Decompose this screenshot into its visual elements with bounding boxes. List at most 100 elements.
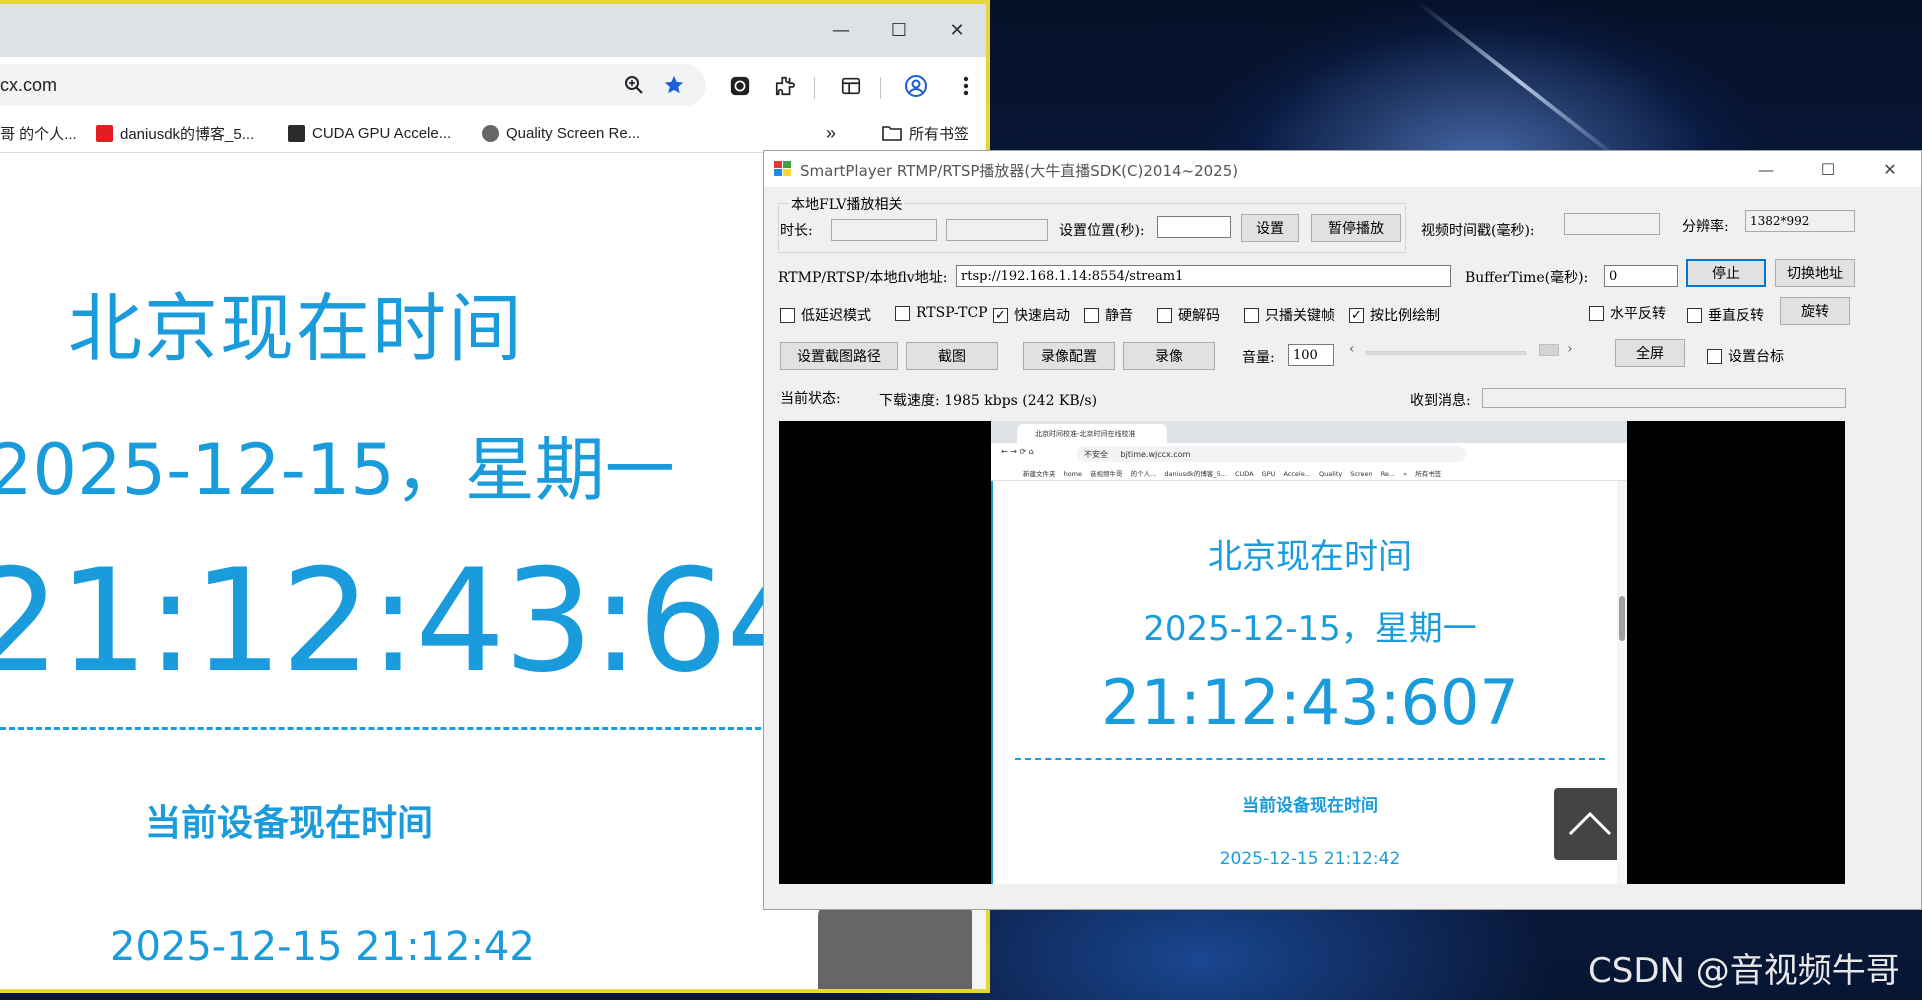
checkmark-icon[interactable]: ✓ xyxy=(1349,307,1364,323)
close-button[interactable]: ✕ xyxy=(928,4,986,57)
checkmark-icon[interactable]: ✓ xyxy=(993,307,1008,323)
volume-slider-thumb[interactable] xyxy=(1539,344,1559,356)
low-latency-checkbox[interactable]: 低延迟模式 xyxy=(780,305,871,325)
bookmark-item[interactable]: CUDA GPU Accele... xyxy=(288,121,451,145)
minimize-button[interactable]: — xyxy=(1735,151,1797,187)
mute-checkbox[interactable]: 静音 xyxy=(1084,305,1133,325)
checkbox-label: 硬解码 xyxy=(1178,308,1220,324)
video-timestamp-field[interactable] xyxy=(1564,213,1660,235)
maximize-button[interactable]: ☐ xyxy=(870,4,928,57)
toolbar-separator xyxy=(880,77,881,99)
openai-extension-icon[interactable] xyxy=(727,73,753,99)
checkbox-box[interactable] xyxy=(1707,348,1722,364)
checkbox-box[interactable] xyxy=(1157,307,1172,323)
more-bookmarks-button[interactable]: » xyxy=(826,121,836,145)
checkbox-label: 垂直反转 xyxy=(1708,308,1764,324)
video-device-time: 2025-12-15 21:12:42 xyxy=(1219,849,1401,869)
duration-field-2[interactable] xyxy=(946,219,1048,241)
fast-startup-checkbox[interactable]: ✓ 快速启动 xyxy=(993,305,1070,325)
duration-field[interactable] xyxy=(831,219,937,241)
keyframe-only-checkbox[interactable]: 只播关键帧 xyxy=(1244,305,1335,325)
slider-right-arrow-icon[interactable]: › xyxy=(1567,341,1573,357)
checkbox-box[interactable] xyxy=(895,305,910,321)
video-page-scrollbar xyxy=(1617,481,1627,884)
side-panel-icon[interactable] xyxy=(838,73,864,99)
flv-group-label: 本地FLV播放相关 xyxy=(789,194,905,214)
checkbox-box[interactable] xyxy=(1244,307,1259,323)
toolbar-separator xyxy=(814,77,815,99)
set-logo-checkbox[interactable]: 设置台标 xyxy=(1707,346,1784,366)
aspect-ratio-render-checkbox[interactable]: ✓ 按比例绘制 xyxy=(1349,305,1440,325)
video-page-title: 北京现在时间 xyxy=(1208,537,1412,577)
horizontal-flip-checkbox[interactable]: 水平反转 xyxy=(1589,303,1666,323)
checkbox-box[interactable] xyxy=(1589,305,1604,321)
browser-window-controls: — ☐ ✕ xyxy=(812,4,986,57)
set-position-input[interactable] xyxy=(1157,216,1231,238)
rotate-button[interactable]: 旋转 xyxy=(1780,297,1850,325)
address-bar[interactable]: cx.com xyxy=(0,64,706,106)
switch-url-button[interactable]: 切换地址 xyxy=(1775,259,1855,287)
volume-slider-track[interactable] xyxy=(1366,351,1526,355)
player-titlebar: SmartPlayer RTMP/RTSP播放器(大牛直播SDK(C)2014~… xyxy=(764,151,1921,187)
address-text[interactable]: cx.com xyxy=(0,75,57,96)
profile-icon[interactable] xyxy=(903,73,929,99)
video-page-content: 北京现在时间 2025-12-15，星期一 21:12:43:607 当前设备现… xyxy=(991,481,1627,884)
url-label: RTMP/RTSP/本地flv地址: xyxy=(778,270,948,286)
slider-left-arrow-icon[interactable]: ‹ xyxy=(1349,341,1355,357)
buffer-time-input[interactable]: 0 xyxy=(1604,265,1678,287)
stop-button[interactable]: 停止 xyxy=(1686,259,1766,287)
extensions-icon[interactable] xyxy=(772,73,798,99)
vertical-flip-checkbox[interactable]: 垂直反转 xyxy=(1687,305,1764,325)
rtsp-tcp-checkbox[interactable]: RTSP-TCP xyxy=(895,305,988,321)
checkbox-label: 设置台标 xyxy=(1728,349,1784,365)
chevron-double-right-icon: » xyxy=(826,122,837,143)
set-snapshot-path-button[interactable]: 设置截图路径 xyxy=(780,342,898,370)
bookmark-label: CUDA GPU Accele... xyxy=(312,124,452,142)
bookmark-item[interactable]: daniusdk的博客_5... xyxy=(96,121,254,145)
record-button[interactable]: 录像 xyxy=(1123,342,1215,370)
checkbox-box[interactable] xyxy=(780,307,795,323)
cuda-favicon-icon xyxy=(288,124,305,142)
globe-icon xyxy=(482,124,499,142)
set-position-label: 设置位置(秒): xyxy=(1059,223,1145,239)
video-dashed-divider xyxy=(1015,758,1605,760)
bookmark-star-icon[interactable] xyxy=(662,73,686,97)
hardware-decode-checkbox[interactable]: 硬解码 xyxy=(1157,305,1220,325)
close-button[interactable]: ✕ xyxy=(1859,151,1921,187)
minimize-button[interactable]: — xyxy=(812,4,870,57)
bookmark-item[interactable]: 哥 的个人... xyxy=(0,121,77,145)
checkbox-label: 只播关键帧 xyxy=(1265,308,1335,324)
resolution-label: 分辨率: xyxy=(1682,219,1729,235)
checkbox-label: 快速启动 xyxy=(1014,308,1070,324)
video-bookmarks-bar: 新建文件夹 home 音视频牛哥 的个人... daniusdk的博客_5...… xyxy=(991,465,1627,481)
video-nav-icons: ← → ⟳ ⌂ xyxy=(1001,447,1034,456)
record-config-button[interactable]: 录像配置 xyxy=(1023,342,1115,370)
checkbox-box[interactable] xyxy=(1084,307,1099,323)
duration-label: 时长: xyxy=(780,223,813,239)
current-status-label: 当前状态: xyxy=(780,391,841,407)
video-url: bjtime.wjccx.com xyxy=(1120,450,1191,459)
video-scrollbar-thumb xyxy=(1619,596,1625,641)
bookmark-item[interactable]: Quality Screen Re... xyxy=(482,121,640,145)
volume-input[interactable]: 100 xyxy=(1288,344,1334,366)
all-bookmarks-button[interactable]: 所有书签 xyxy=(882,121,969,145)
snapshot-button[interactable]: 截图 xyxy=(906,342,998,370)
menu-icon[interactable] xyxy=(953,73,979,99)
video-display[interactable]: 北京时间校准-北京时间在线校准 ← → ⟳ ⌂ 不安全 bjtime.wjccx… xyxy=(779,421,1845,884)
url-input[interactable]: rtsp://192.168.1.14:8554/stream1 xyxy=(956,265,1451,287)
scroll-to-top-button[interactable] xyxy=(818,904,973,989)
checkbox-box[interactable] xyxy=(1687,307,1702,323)
video-frame: 北京时间校准-北京时间在线校准 ← → ⟳ ⌂ 不安全 bjtime.wjccx… xyxy=(991,421,1627,884)
fullscreen-button[interactable]: 全屏 xyxy=(1615,339,1685,367)
pause-playback-button[interactable]: 暂停播放 xyxy=(1311,214,1401,242)
video-browser-tab: 北京时间校准-北京时间在线校准 xyxy=(1017,424,1167,443)
video-browser-toolbar: ← → ⟳ ⌂ 不安全 bjtime.wjccx.com xyxy=(991,443,1627,465)
video-beijing-time: 21:12:43:607 xyxy=(1101,666,1519,739)
resolution-field[interactable]: 1382*992 xyxy=(1745,210,1855,232)
received-message-field[interactable] xyxy=(1482,388,1846,408)
set-button[interactable]: 设置 xyxy=(1241,214,1299,242)
maximize-button[interactable]: ☐ xyxy=(1797,151,1859,187)
zoom-icon[interactable] xyxy=(622,73,646,97)
checkbox-label: 低延迟模式 xyxy=(801,308,871,324)
checkbox-label: 静音 xyxy=(1105,308,1133,324)
